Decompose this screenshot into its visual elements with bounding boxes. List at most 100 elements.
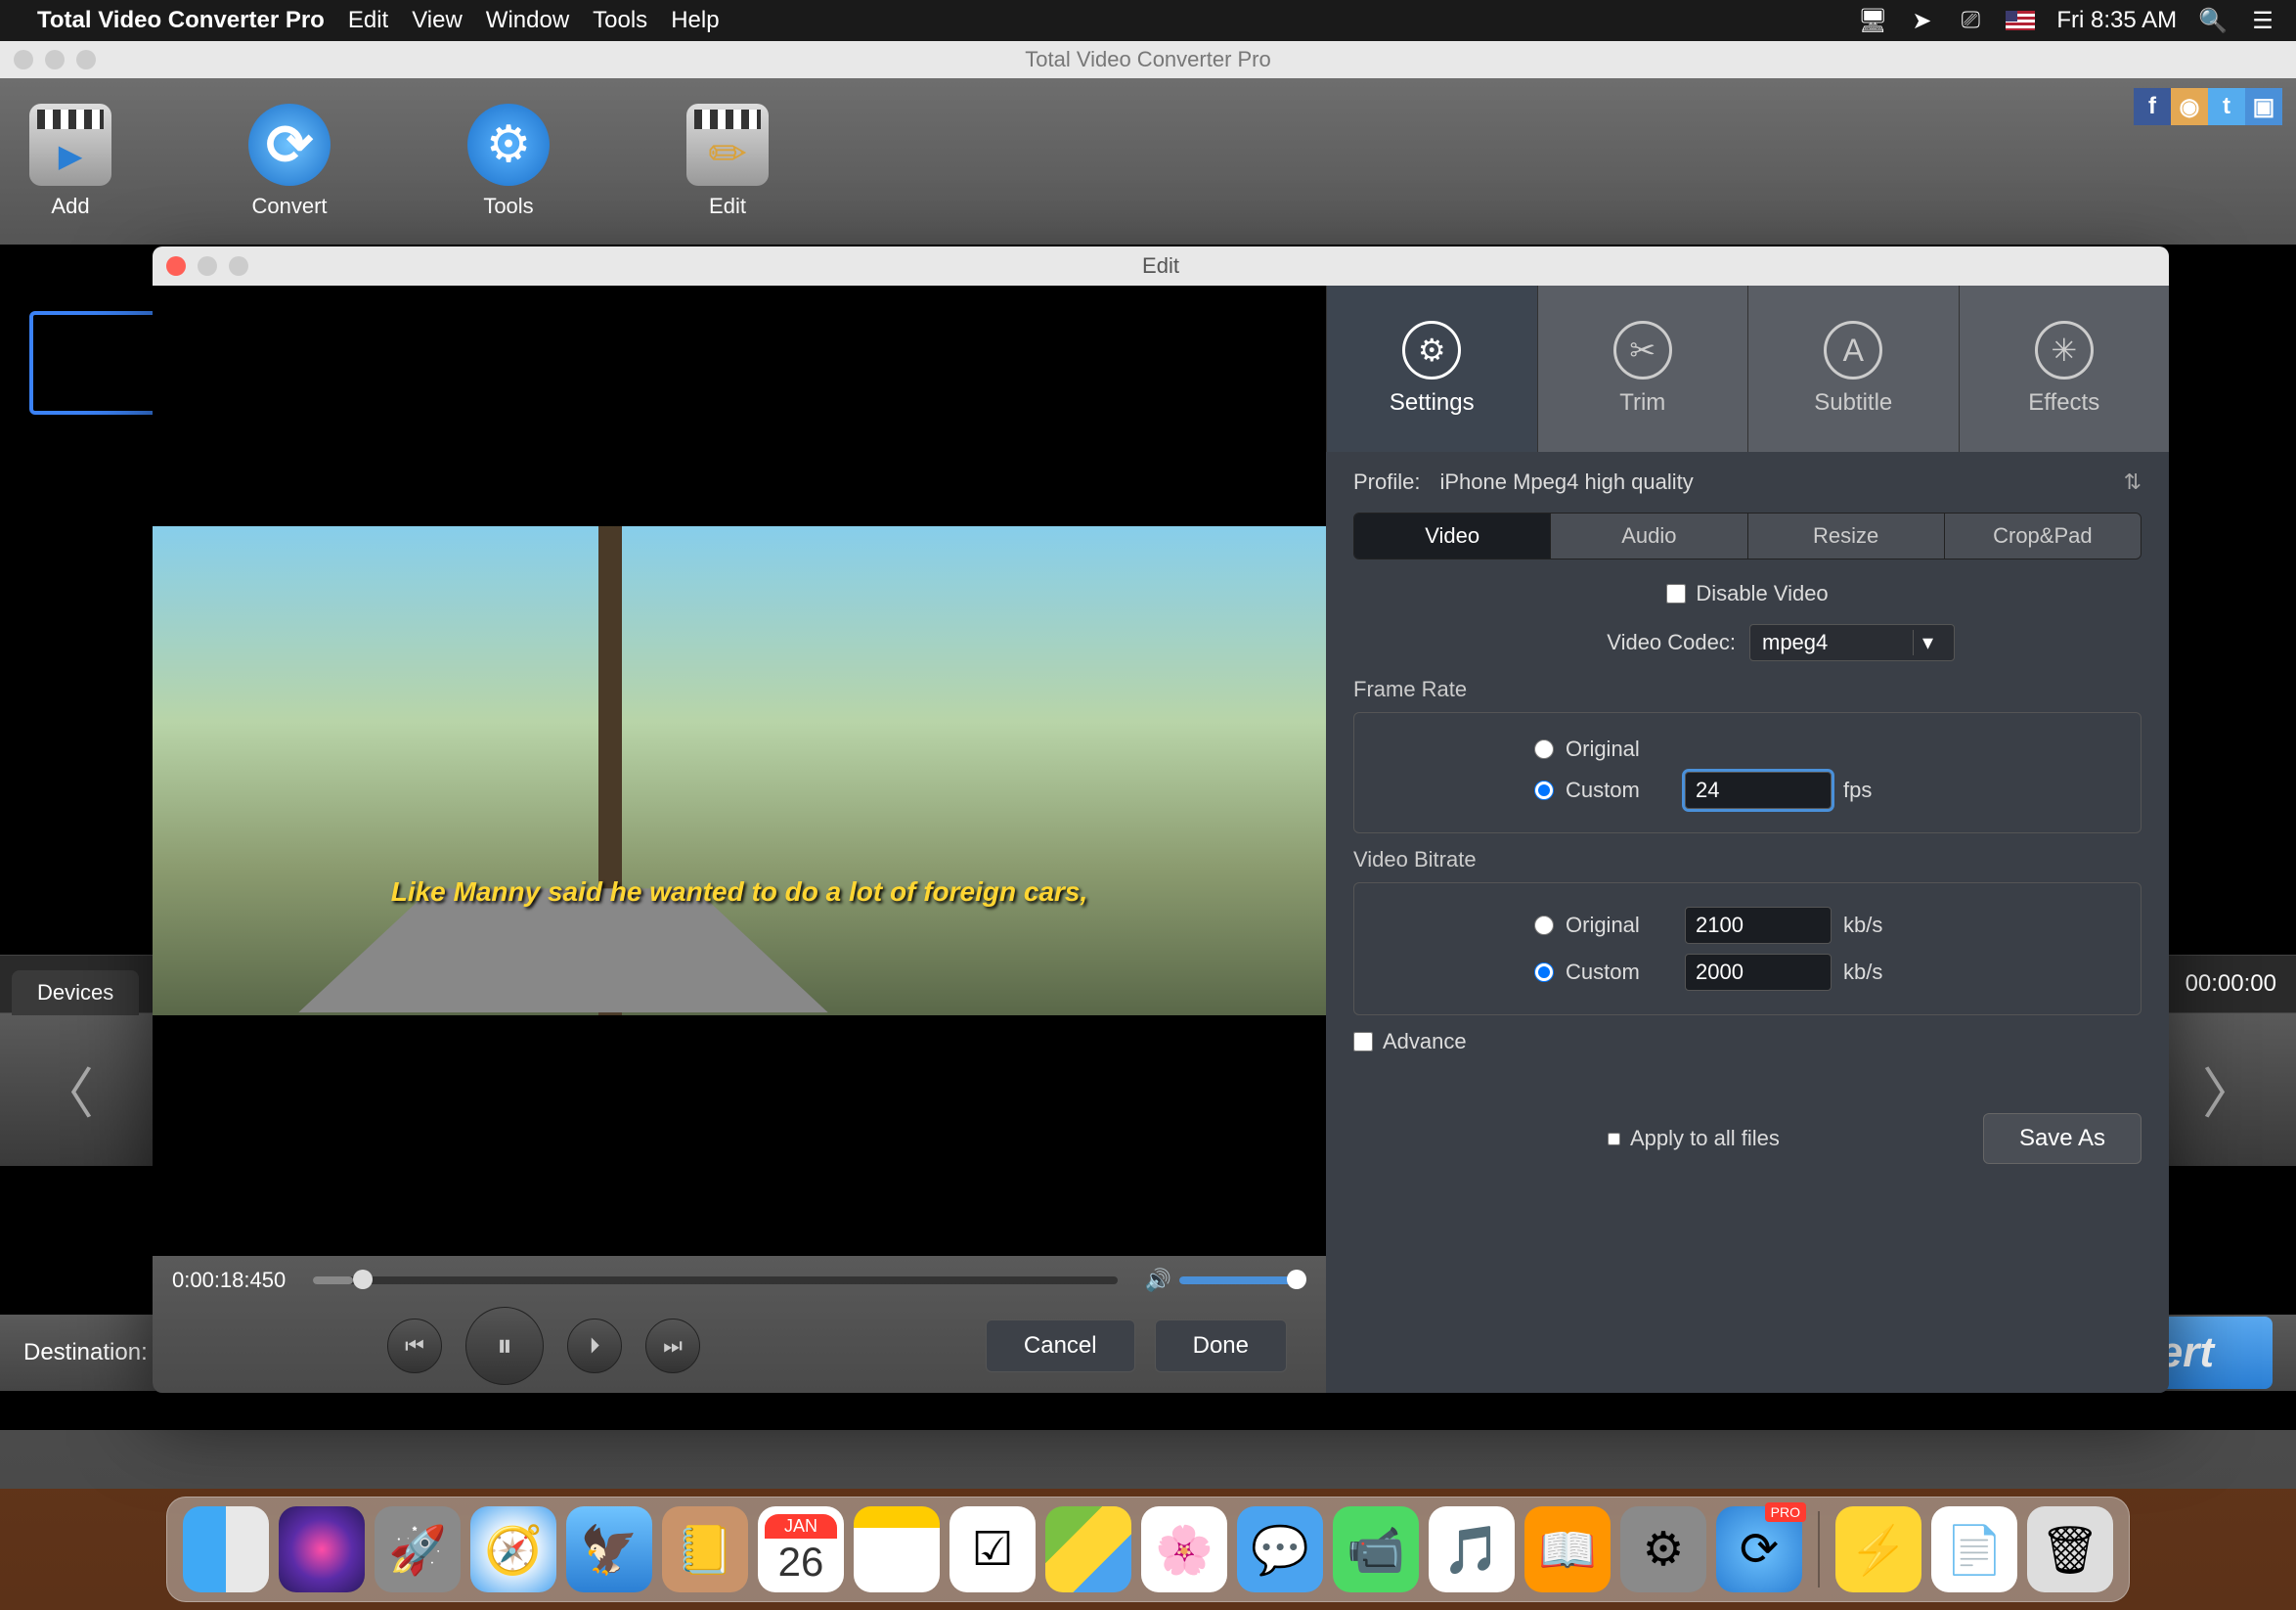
dock-maps-icon[interactable] [1045, 1506, 1131, 1592]
seg-resize[interactable]: Resize [1747, 514, 1944, 559]
video-codec-value: mpeg4 [1762, 630, 1828, 655]
br-original-label: Original [1566, 913, 1673, 938]
tab-effects[interactable]: ✳Effects [1959, 286, 2170, 452]
toolbar-convert[interactable]: Convert [248, 104, 331, 219]
twitter-icon[interactable]: t [2208, 88, 2245, 125]
dock-messages-icon[interactable]: 💬 [1237, 1506, 1323, 1592]
br-original-input[interactable] [1685, 907, 1832, 944]
tab-subtitle[interactable]: ASubtitle [1747, 286, 1959, 452]
profile-stepper-icon[interactable]: ⇅ [2124, 470, 2141, 495]
dock-mail-icon[interactable]: 🦅 [566, 1506, 652, 1592]
playback-track[interactable] [313, 1276, 1117, 1284]
br-unit-2: kb/s [1843, 960, 1902, 985]
dock-notes-icon[interactable] [854, 1506, 940, 1592]
list-icon[interactable]: ☰ [2249, 10, 2276, 31]
dock-contacts-icon[interactable]: 📒 [662, 1506, 748, 1592]
br-original-radio[interactable] [1534, 916, 1554, 935]
cancel-button[interactable]: Cancel [986, 1319, 1135, 1372]
advance-checkbox[interactable] [1353, 1032, 1373, 1051]
tab-settings[interactable]: ⚙Settings [1326, 286, 1537, 452]
menu-help[interactable]: Help [671, 7, 719, 34]
menu-window[interactable]: Window [486, 7, 569, 34]
facebook-icon[interactable]: f [2134, 88, 2171, 125]
dock-facetime-icon[interactable]: 📹 [1333, 1506, 1419, 1592]
display-icon[interactable]: 🖥 [1859, 10, 1886, 31]
disable-video-checkbox[interactable] [1666, 584, 1686, 604]
apply-all-label: Apply to all files [1630, 1126, 1780, 1151]
profile-select[interactable]: iPhone Mpeg4 high quality [1439, 470, 2103, 495]
pause-button[interactable]: ⏸ [465, 1307, 544, 1385]
save-as-button[interactable]: Save As [1983, 1113, 2141, 1164]
seg-audio[interactable]: Audio [1550, 514, 1746, 559]
devices-next-icon[interactable]: 〉 [2202, 1051, 2257, 1130]
apply-all-checkbox[interactable] [1608, 1133, 1620, 1145]
bitrate-title: Video Bitrate [1353, 847, 2141, 872]
menu-edit[interactable]: Edit [348, 7, 388, 34]
airplay-icon[interactable]: ⎚ [1957, 10, 1984, 31]
seg-crop[interactable]: Crop&Pad [1944, 514, 2141, 559]
tab-trim[interactable]: ✂Trim [1537, 286, 1748, 452]
volume-icon[interactable]: 🔊 [1145, 1268, 1171, 1293]
camera-icon[interactable]: ▣ [2245, 88, 2282, 125]
br-custom-input[interactable] [1685, 954, 1832, 991]
fr-original-radio[interactable] [1534, 739, 1554, 759]
dock-itunes-icon[interactable]: 🎵 [1429, 1506, 1515, 1592]
fr-custom-radio[interactable] [1534, 781, 1554, 800]
dock-launchpad-icon[interactable]: 🚀 [375, 1506, 461, 1592]
playback-handle[interactable] [353, 1270, 373, 1289]
dock: 🚀 🧭 🦅 📒 JAN26 ☑ 🌸 💬 📹 🎵 📖 ⚙ ⟳PRO ⚡ 📄 🗑 [166, 1497, 2130, 1602]
main-close-button[interactable] [14, 50, 33, 69]
volume-track[interactable] [1179, 1276, 1306, 1284]
preview-pane: Like Manny said he wanted to do a lot of… [153, 286, 1326, 1393]
edit-icon [686, 104, 769, 186]
dock-sysprefs-icon[interactable]: ⚙ [1620, 1506, 1706, 1592]
br-custom-radio[interactable] [1534, 962, 1554, 982]
devices-prev-icon[interactable]: 〈 [39, 1051, 94, 1130]
seg-video[interactable]: Video [1354, 514, 1550, 559]
toolbar-edit[interactable]: Edit [686, 104, 769, 219]
dock-cal-day: 26 [778, 1539, 824, 1586]
video-codec-label: Video Codec: [1540, 630, 1736, 655]
dock-document-icon[interactable]: 📄 [1931, 1506, 2017, 1592]
search-icon[interactable]: 🔍 [2198, 7, 2228, 35]
skip-forward-button[interactable]: ⏭ [645, 1319, 700, 1373]
dock-calendar-icon[interactable]: JAN26 [758, 1506, 844, 1592]
tab-trim-label: Trim [1619, 389, 1665, 417]
skip-back-button[interactable]: ⏮ [387, 1319, 442, 1373]
dock-shock-icon[interactable]: ⚡ [1835, 1506, 1921, 1592]
toolbar-tools[interactable]: Tools [467, 104, 550, 219]
video-codec-select[interactable]: mpeg4 ▾ [1749, 624, 1955, 661]
instagram-icon[interactable]: ◉ [2171, 88, 2208, 125]
done-button[interactable]: Done [1155, 1319, 1287, 1372]
chevron-down-icon: ▾ [1913, 630, 1942, 655]
edit-minimize-button[interactable] [198, 256, 217, 276]
volume-handle[interactable] [1287, 1270, 1306, 1289]
dock-safari-icon[interactable]: 🧭 [470, 1506, 556, 1592]
edit-zoom-button[interactable] [229, 256, 248, 276]
menubar-app-name[interactable]: Total Video Converter Pro [37, 7, 325, 34]
edit-close-button[interactable] [166, 256, 186, 276]
disable-video-label: Disable Video [1696, 581, 1828, 606]
menu-tools[interactable]: Tools [593, 7, 647, 34]
dock-ibooks-icon[interactable]: 📖 [1524, 1506, 1611, 1592]
play-next-button[interactable]: ⏵ [567, 1319, 622, 1373]
fr-custom-input[interactable] [1685, 772, 1832, 809]
dock-photos-icon[interactable]: 🌸 [1141, 1506, 1227, 1592]
cursor-icon[interactable]: ➤ [1908, 10, 1935, 31]
dock-siri-icon[interactable] [279, 1506, 365, 1592]
add-icon [29, 104, 111, 186]
main-minimize-button[interactable] [45, 50, 65, 69]
playback-controls: 0:00:18:450 🔊 ⏮ ⏸ ⏵ ⏭ [153, 1256, 1326, 1393]
dock-converter-icon[interactable]: ⟳PRO [1716, 1506, 1802, 1592]
menu-view[interactable]: View [412, 7, 463, 34]
toolbar-add-label: Add [51, 194, 89, 219]
dock-reminders-icon[interactable]: ☑ [949, 1506, 1036, 1592]
menubar-clock[interactable]: Fri 8:35 AM [2056, 7, 2177, 34]
flag-us-icon[interactable] [2006, 11, 2035, 30]
devices-tab[interactable]: Devices [12, 970, 139, 1015]
main-window-title: Total Video Converter Pro [1025, 47, 1271, 72]
toolbar-add[interactable]: Add [29, 104, 111, 219]
dock-trash-icon[interactable]: 🗑 [2027, 1506, 2113, 1592]
main-zoom-button[interactable] [76, 50, 96, 69]
dock-finder-icon[interactable] [183, 1506, 269, 1592]
